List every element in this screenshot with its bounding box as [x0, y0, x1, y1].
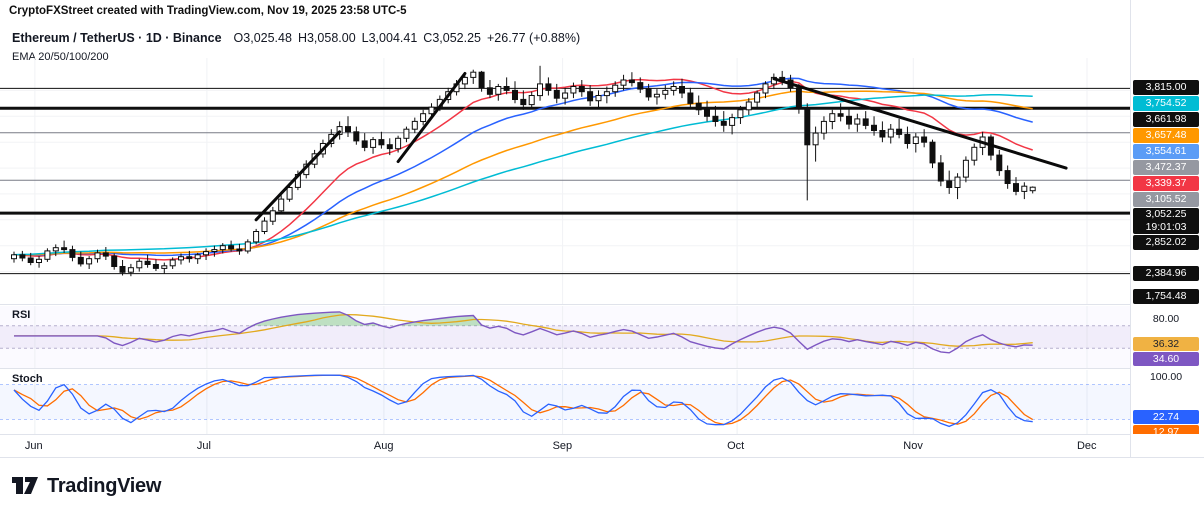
last-price-badge[interactable]: 3,052.2519:01:03	[1133, 208, 1199, 234]
footer-divider	[0, 457, 1204, 458]
price-level-badge[interactable]: 1,754.48	[1133, 289, 1199, 304]
month-label[interactable]: Oct	[727, 440, 744, 452]
low-value: 3,004.41	[369, 31, 418, 45]
ema-line	[14, 95, 1033, 255]
rsi-scale-labels[interactable]: 80.00 36.3234.60	[1131, 306, 1204, 368]
stoch-pane[interactable]	[0, 370, 1130, 434]
rsi-scale-tick: 80.00	[1131, 313, 1201, 325]
time-axis[interactable]: Jun Jul Aug Sep Oct Nov Dec	[0, 434, 1130, 457]
rsi-value-badge[interactable]: 34.60	[1133, 352, 1199, 366]
close-value: 3,052.25	[432, 31, 481, 45]
low-label: L	[362, 31, 369, 45]
price-level-badge[interactable]: 3,472.37	[1133, 160, 1199, 175]
month-label[interactable]: Nov	[903, 440, 923, 452]
month-label[interactable]: Jun	[25, 440, 43, 452]
tradingview-logo-icon	[10, 473, 40, 499]
rsi-pane-label[interactable]: RSI	[12, 309, 30, 321]
rsi-ma-badge[interactable]: 36.32	[1133, 337, 1199, 351]
rsi-pane[interactable]	[0, 306, 1130, 368]
month-label[interactable]: Aug	[374, 440, 394, 452]
brand-name: TradingView	[47, 475, 161, 498]
price-level-badge[interactable]: 2,384.96	[1133, 266, 1199, 281]
price-pane[interactable]	[0, 58, 1130, 304]
open-label: O	[234, 31, 244, 45]
stoch-k-badge[interactable]: 22.74	[1133, 410, 1199, 424]
stoch-pane-label[interactable]: Stoch	[12, 373, 43, 385]
price-level-badge[interactable]: 3,815.00	[1133, 80, 1199, 95]
price-level-badge[interactable]: 3,657.48	[1133, 128, 1199, 143]
change-value: +26.77 (+0.88%)	[487, 31, 580, 45]
price-level-badge[interactable]: 3,754.52	[1133, 96, 1199, 111]
ohlc-values: O3,025.48 H3,058.00 L3,004.41 C3,052.25	[228, 31, 481, 45]
price-level-badge[interactable]: 3,554.61	[1133, 144, 1199, 159]
month-label[interactable]: Dec	[1077, 440, 1097, 452]
attribution-text: CryptoFXStreet created with TradingView.…	[9, 5, 407, 17]
high-label: H	[298, 31, 307, 45]
footer-brand: TradingView	[10, 473, 161, 499]
open-value: 3,025.48	[243, 31, 292, 45]
price-level-badge[interactable]: 3,339.37	[1133, 176, 1199, 191]
pane-divider[interactable]	[0, 368, 1204, 369]
symbol-info-bar: Ethereum / TetherUS · 1D · Binance O3,025…	[12, 31, 580, 45]
tradingview-chart-window: CryptoFXStreet created with TradingView.…	[0, 0, 1204, 517]
price-level-badge[interactable]: 2,852.02	[1133, 235, 1199, 250]
high-value: 3,058.00	[307, 31, 356, 45]
price-level-badge[interactable]: 3,661.98	[1133, 112, 1199, 127]
symbol-title[interactable]: Ethereum / TetherUS · 1D · Binance	[12, 31, 222, 45]
stoch-scale-labels[interactable]: 100.00 22.7412.97	[1131, 370, 1204, 434]
close-label: C	[423, 31, 432, 45]
stoch-d-badge[interactable]: 12.97	[1133, 425, 1199, 434]
month-label[interactable]: Sep	[553, 440, 573, 452]
month-label[interactable]: Jul	[197, 440, 211, 452]
price-scale-labels[interactable]: 3,815.003,754.523,661.983,657.483,554.61…	[1131, 58, 1204, 304]
price-level-badge[interactable]: 3,105.52	[1133, 192, 1199, 207]
pane-divider[interactable]	[0, 304, 1204, 305]
stoch-scale-tick: 100.00	[1131, 371, 1201, 383]
